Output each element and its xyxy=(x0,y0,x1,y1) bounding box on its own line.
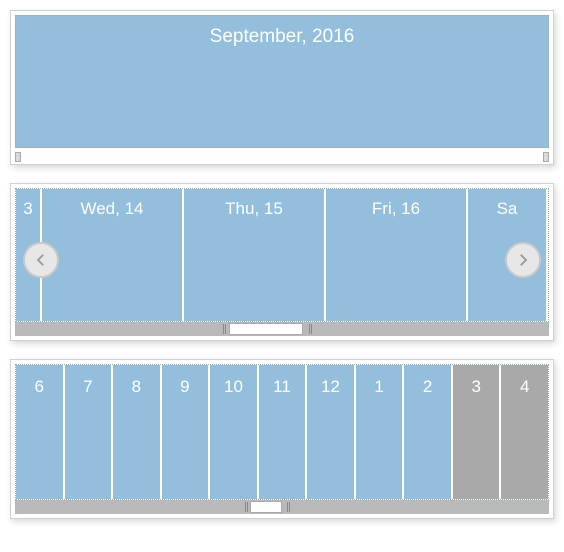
day-label: Wed, 14 xyxy=(80,199,143,219)
hour-column[interactable]: 10 xyxy=(208,365,257,499)
day-label: Fri, 16 xyxy=(372,199,420,219)
hour-column[interactable]: 1 xyxy=(354,365,403,499)
day-column[interactable]: Wed, 14 xyxy=(40,189,182,321)
prev-arrow-button[interactable] xyxy=(23,242,59,278)
hour-label: 9 xyxy=(180,377,189,499)
day-strip: 3 Wed, 14 Thu, 15 Fri, 16 Sa xyxy=(15,188,549,322)
hour-label: 12 xyxy=(321,377,340,499)
hour-label: 7 xyxy=(83,377,92,499)
scroll-grip-left[interactable] xyxy=(245,502,250,512)
hour-label: 8 xyxy=(132,377,141,499)
hour-column[interactable]: 7 xyxy=(63,365,112,499)
hour-strip: 67891011121234 xyxy=(15,364,549,500)
hour-panel: 67891011121234 xyxy=(10,359,554,519)
month-title: September, 2016 xyxy=(210,26,355,147)
month-cell[interactable]: September, 2016 xyxy=(15,15,549,148)
day-label: Thu, 15 xyxy=(225,199,283,219)
hour-label: 10 xyxy=(224,377,243,499)
resize-handle-right[interactable] xyxy=(543,152,549,162)
hour-label: 2 xyxy=(423,377,432,499)
chevron-right-icon xyxy=(514,251,532,269)
hour-label: 6 xyxy=(35,377,44,499)
scroll-grip-right[interactable] xyxy=(309,324,314,334)
hour-column[interactable]: 3 xyxy=(451,365,500,499)
hour-label: 3 xyxy=(471,377,480,499)
hour-scroll-thumb[interactable] xyxy=(250,501,282,513)
hour-column[interactable]: 6 xyxy=(16,365,63,499)
scroll-grip-right[interactable] xyxy=(287,502,292,512)
hour-column[interactable]: 2 xyxy=(402,365,451,499)
resize-handle-left[interactable] xyxy=(15,152,21,162)
day-column[interactable]: Fri, 16 xyxy=(324,189,466,321)
hour-column[interactable]: 4 xyxy=(499,365,548,499)
day-scrollbar[interactable] xyxy=(15,322,549,336)
hour-column[interactable]: 11 xyxy=(257,365,306,499)
hour-column[interactable]: 8 xyxy=(111,365,160,499)
day-scroll-thumb[interactable] xyxy=(229,323,304,335)
hour-column[interactable]: 12 xyxy=(305,365,354,499)
day-label: Sa xyxy=(497,199,518,219)
day-label: 3 xyxy=(23,199,32,219)
chevron-left-icon xyxy=(32,251,50,269)
next-arrow-button[interactable] xyxy=(505,242,541,278)
day-column[interactable]: Thu, 15 xyxy=(182,189,324,321)
day-panel: 3 Wed, 14 Thu, 15 Fri, 16 Sa xyxy=(10,183,554,341)
hour-scrollbar[interactable] xyxy=(15,500,549,514)
hour-label: 11 xyxy=(273,377,291,499)
hour-label: 1 xyxy=(374,377,383,499)
month-panel: September, 2016 xyxy=(10,10,554,165)
hour-label: 4 xyxy=(520,377,529,499)
hour-column[interactable]: 9 xyxy=(160,365,209,499)
scroll-grip-left[interactable] xyxy=(223,324,228,334)
